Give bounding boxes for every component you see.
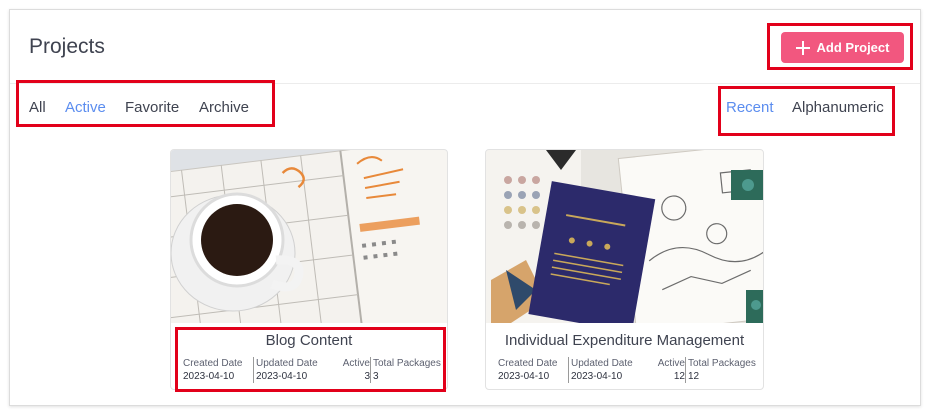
plus-icon [795,40,810,55]
meta-total-packages: Total Packages 12 [685,357,758,383]
sort-alphanumeric[interactable]: Alphanumeric [792,99,884,116]
tab-all[interactable]: All [29,99,46,116]
page-title: Projects [29,35,105,58]
meta-active: Active 12 [657,358,685,382]
meta-created: Created Date 2023-04-10 [183,358,243,382]
project-thumbnail-documents [486,150,763,323]
sort-recent[interactable]: Recent [726,99,774,116]
project-card[interactable]: Blog Content Created Date 2023-04-10 Upd… [170,149,448,390]
project-title[interactable]: Individual Expenditure Management [486,332,763,349]
meta-updated: Updated Date 2023-04-10 [568,357,651,383]
tab-archive[interactable]: Archive [199,99,249,116]
meta-total-packages: Total Packages 3 [370,357,443,383]
meta-active: Active 3 [342,358,370,382]
meta-created: Created Date 2023-04-10 [498,358,558,382]
project-thumbnail-calendar [171,150,447,323]
add-project-button[interactable]: Add Project [781,32,904,63]
add-project-label: Add Project [816,40,890,55]
projects-panel [9,9,921,406]
tab-favorite[interactable]: Favorite [125,99,179,116]
project-title[interactable]: Blog Content [171,332,447,349]
tab-active[interactable]: Active [65,99,106,116]
header-divider [10,83,920,84]
meta-updated: Updated Date 2023-04-10 [253,357,336,383]
project-card[interactable]: Individual Expenditure Management Create… [485,149,764,390]
